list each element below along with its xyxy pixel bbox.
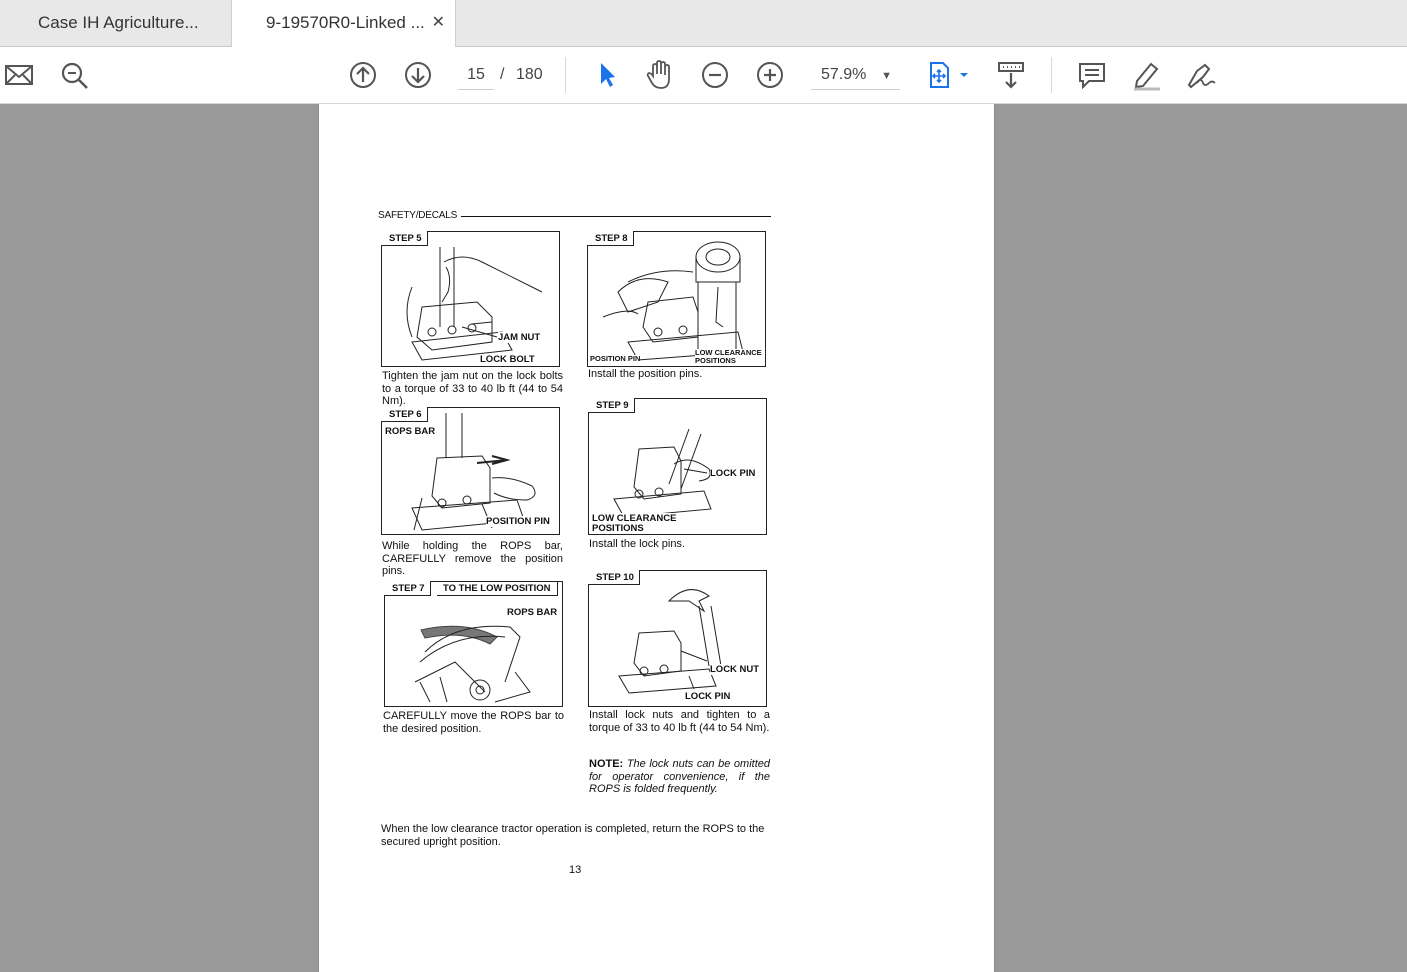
sign-icon[interactable] — [1185, 59, 1217, 91]
zoom-select[interactable]: 57.9% ▼ — [811, 61, 900, 90]
figure-step-7: STEP 7 TO THE LOW POSITION ROPS BAR — [384, 581, 563, 707]
comment-icon[interactable] — [1076, 59, 1108, 91]
tab-bar: Case IH Agriculture... 9-19570R0-Linked … — [0, 0, 1407, 47]
callout-lock-bolt: LOCK BOLT — [480, 354, 535, 365]
callout-rops-bar: ROPS BAR — [385, 426, 436, 437]
callout-jam-nut: JAM NUT — [498, 332, 541, 343]
step-7-illustration — [414, 625, 531, 703]
toolbar-divider — [565, 57, 566, 93]
fit-page-icon[interactable] — [924, 59, 972, 91]
page-separator: / — [500, 66, 505, 83]
caption-step-7: CAREFULLY move the ROPS bar to the desir… — [383, 710, 564, 735]
figure-step-10: STEP 10 LOCK NUT LOCK PIN — [588, 570, 767, 707]
close-icon[interactable]: ✕ — [432, 0, 445, 46]
callout-position-pin: POSITION PIN — [486, 516, 550, 527]
page-down-icon[interactable] — [402, 59, 434, 91]
figure-step-6: STEP 6 ROPS BAR POSITION PIN — [381, 407, 560, 535]
mail-icon[interactable] — [3, 59, 35, 91]
tab-label: Case IH Agriculture... — [38, 13, 199, 32]
hand-tool-icon[interactable] — [644, 59, 676, 91]
figure-step-9: STEP 9 LOCK PIN LOW CLEARANCE POSITIONS — [588, 398, 767, 535]
page-number: 13 — [569, 864, 582, 876]
zoom-in-icon[interactable] — [754, 59, 786, 91]
toolbar: 15 / 180 57.9% ▼ — [0, 47, 1407, 104]
step-label: STEP 8 — [587, 231, 634, 246]
step-7-heading: TO THE LOW POSITION — [437, 581, 558, 596]
note-label: NOTE: — [589, 758, 624, 770]
section-header: SAFETY/DECALS — [378, 210, 458, 221]
caption-step-6: While holding the ROPS bar, CAREFULLY re… — [382, 540, 563, 577]
caption-step-10: Install lock nuts and tighten to a torqu… — [589, 709, 770, 734]
page-number-input[interactable]: 15 — [458, 61, 494, 90]
tab-active-document[interactable]: 9-19570R0-Linked ... ✕ — [232, 0, 456, 47]
figure-step-8: STEP 8 POSITION PIN LOW CLEARANCE POSITI… — [587, 231, 766, 367]
callout-positions: POSITIONS — [695, 356, 736, 365]
caption-step-9: Install the lock pins. — [589, 538, 685, 550]
scroll-mode-icon[interactable] — [995, 59, 1027, 91]
select-cursor-icon[interactable] — [591, 59, 623, 91]
step-8-illustration — [602, 241, 744, 361]
document-page: SAFETY/DECALS STEP 5 JAM NUT LOCK BOLT T… — [318, 104, 995, 972]
step-label: STEP 6 — [381, 407, 428, 422]
step-5-illustration — [406, 247, 543, 361]
caption-step-8: Install the position pins. — [588, 368, 703, 380]
tab-case-ih[interactable]: Case IH Agriculture... — [0, 0, 232, 46]
total-pages: 180 — [516, 66, 543, 83]
callout-position-pin: POSITION PIN — [590, 354, 641, 363]
step-label: STEP 9 — [588, 398, 635, 413]
callout-lock-nut: LOCK NUT — [710, 664, 760, 675]
callout-lock-pin: LOCK PIN — [710, 468, 756, 479]
step-label: STEP 7 — [384, 581, 431, 596]
step-label: STEP 10 — [588, 570, 640, 585]
zoom-out-icon[interactable] — [699, 59, 731, 91]
note-block: NOTE: The lock nuts can be omitted for o… — [589, 758, 770, 796]
caption-step-5: Tighten the jam nut on the lock bolts to… — [382, 370, 563, 407]
highlight-pen-icon[interactable] — [1131, 59, 1163, 91]
toolbar-divider — [1051, 57, 1052, 93]
page-up-icon[interactable] — [347, 59, 379, 91]
callout-rops-bar: ROPS BAR — [507, 607, 558, 618]
zoom-value: 57.9% — [821, 66, 867, 83]
callout-positions: POSITIONS — [592, 523, 644, 534]
figure-step-5: STEP 5 JAM NUT LOCK BOLT — [381, 231, 560, 367]
footer-paragraph: When the low clearance tractor operation… — [381, 823, 765, 848]
search-zoom-icon[interactable] — [58, 59, 90, 91]
tab-label: 9-19570R0-Linked ... — [266, 13, 425, 32]
chevron-down-icon: ▼ — [881, 70, 892, 82]
step-label: STEP 5 — [381, 231, 428, 246]
step-10-illustration — [618, 589, 722, 694]
callout-lock-pin: LOCK PIN — [685, 691, 731, 702]
header-rule — [461, 216, 771, 217]
